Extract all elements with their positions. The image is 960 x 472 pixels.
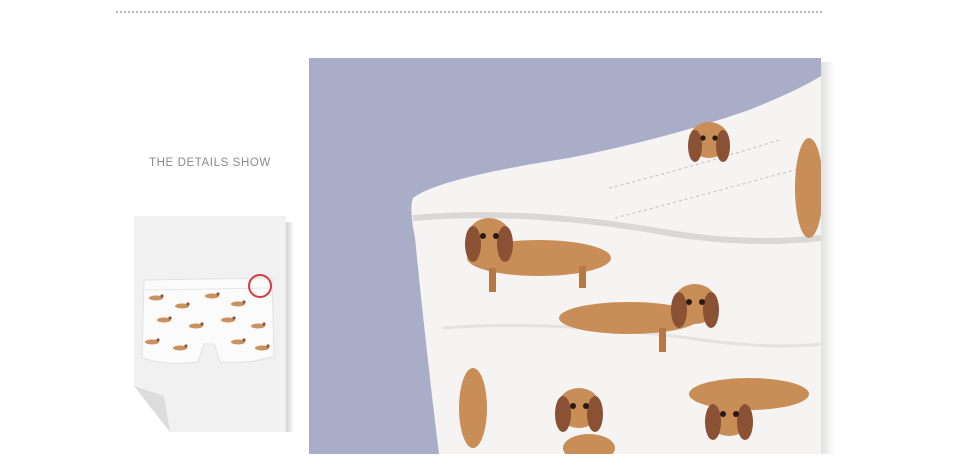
- detail-photo: [309, 58, 821, 454]
- thumbnail-shadow: [286, 222, 294, 432]
- product-thumbnail[interactable]: [134, 216, 286, 432]
- dotted-divider: [116, 11, 822, 13]
- photo-shadow: [821, 62, 835, 454]
- detail-image: [309, 58, 821, 454]
- section-title: THE DETAILS SHOW: [149, 157, 271, 169]
- thumbnail-image: [134, 216, 286, 432]
